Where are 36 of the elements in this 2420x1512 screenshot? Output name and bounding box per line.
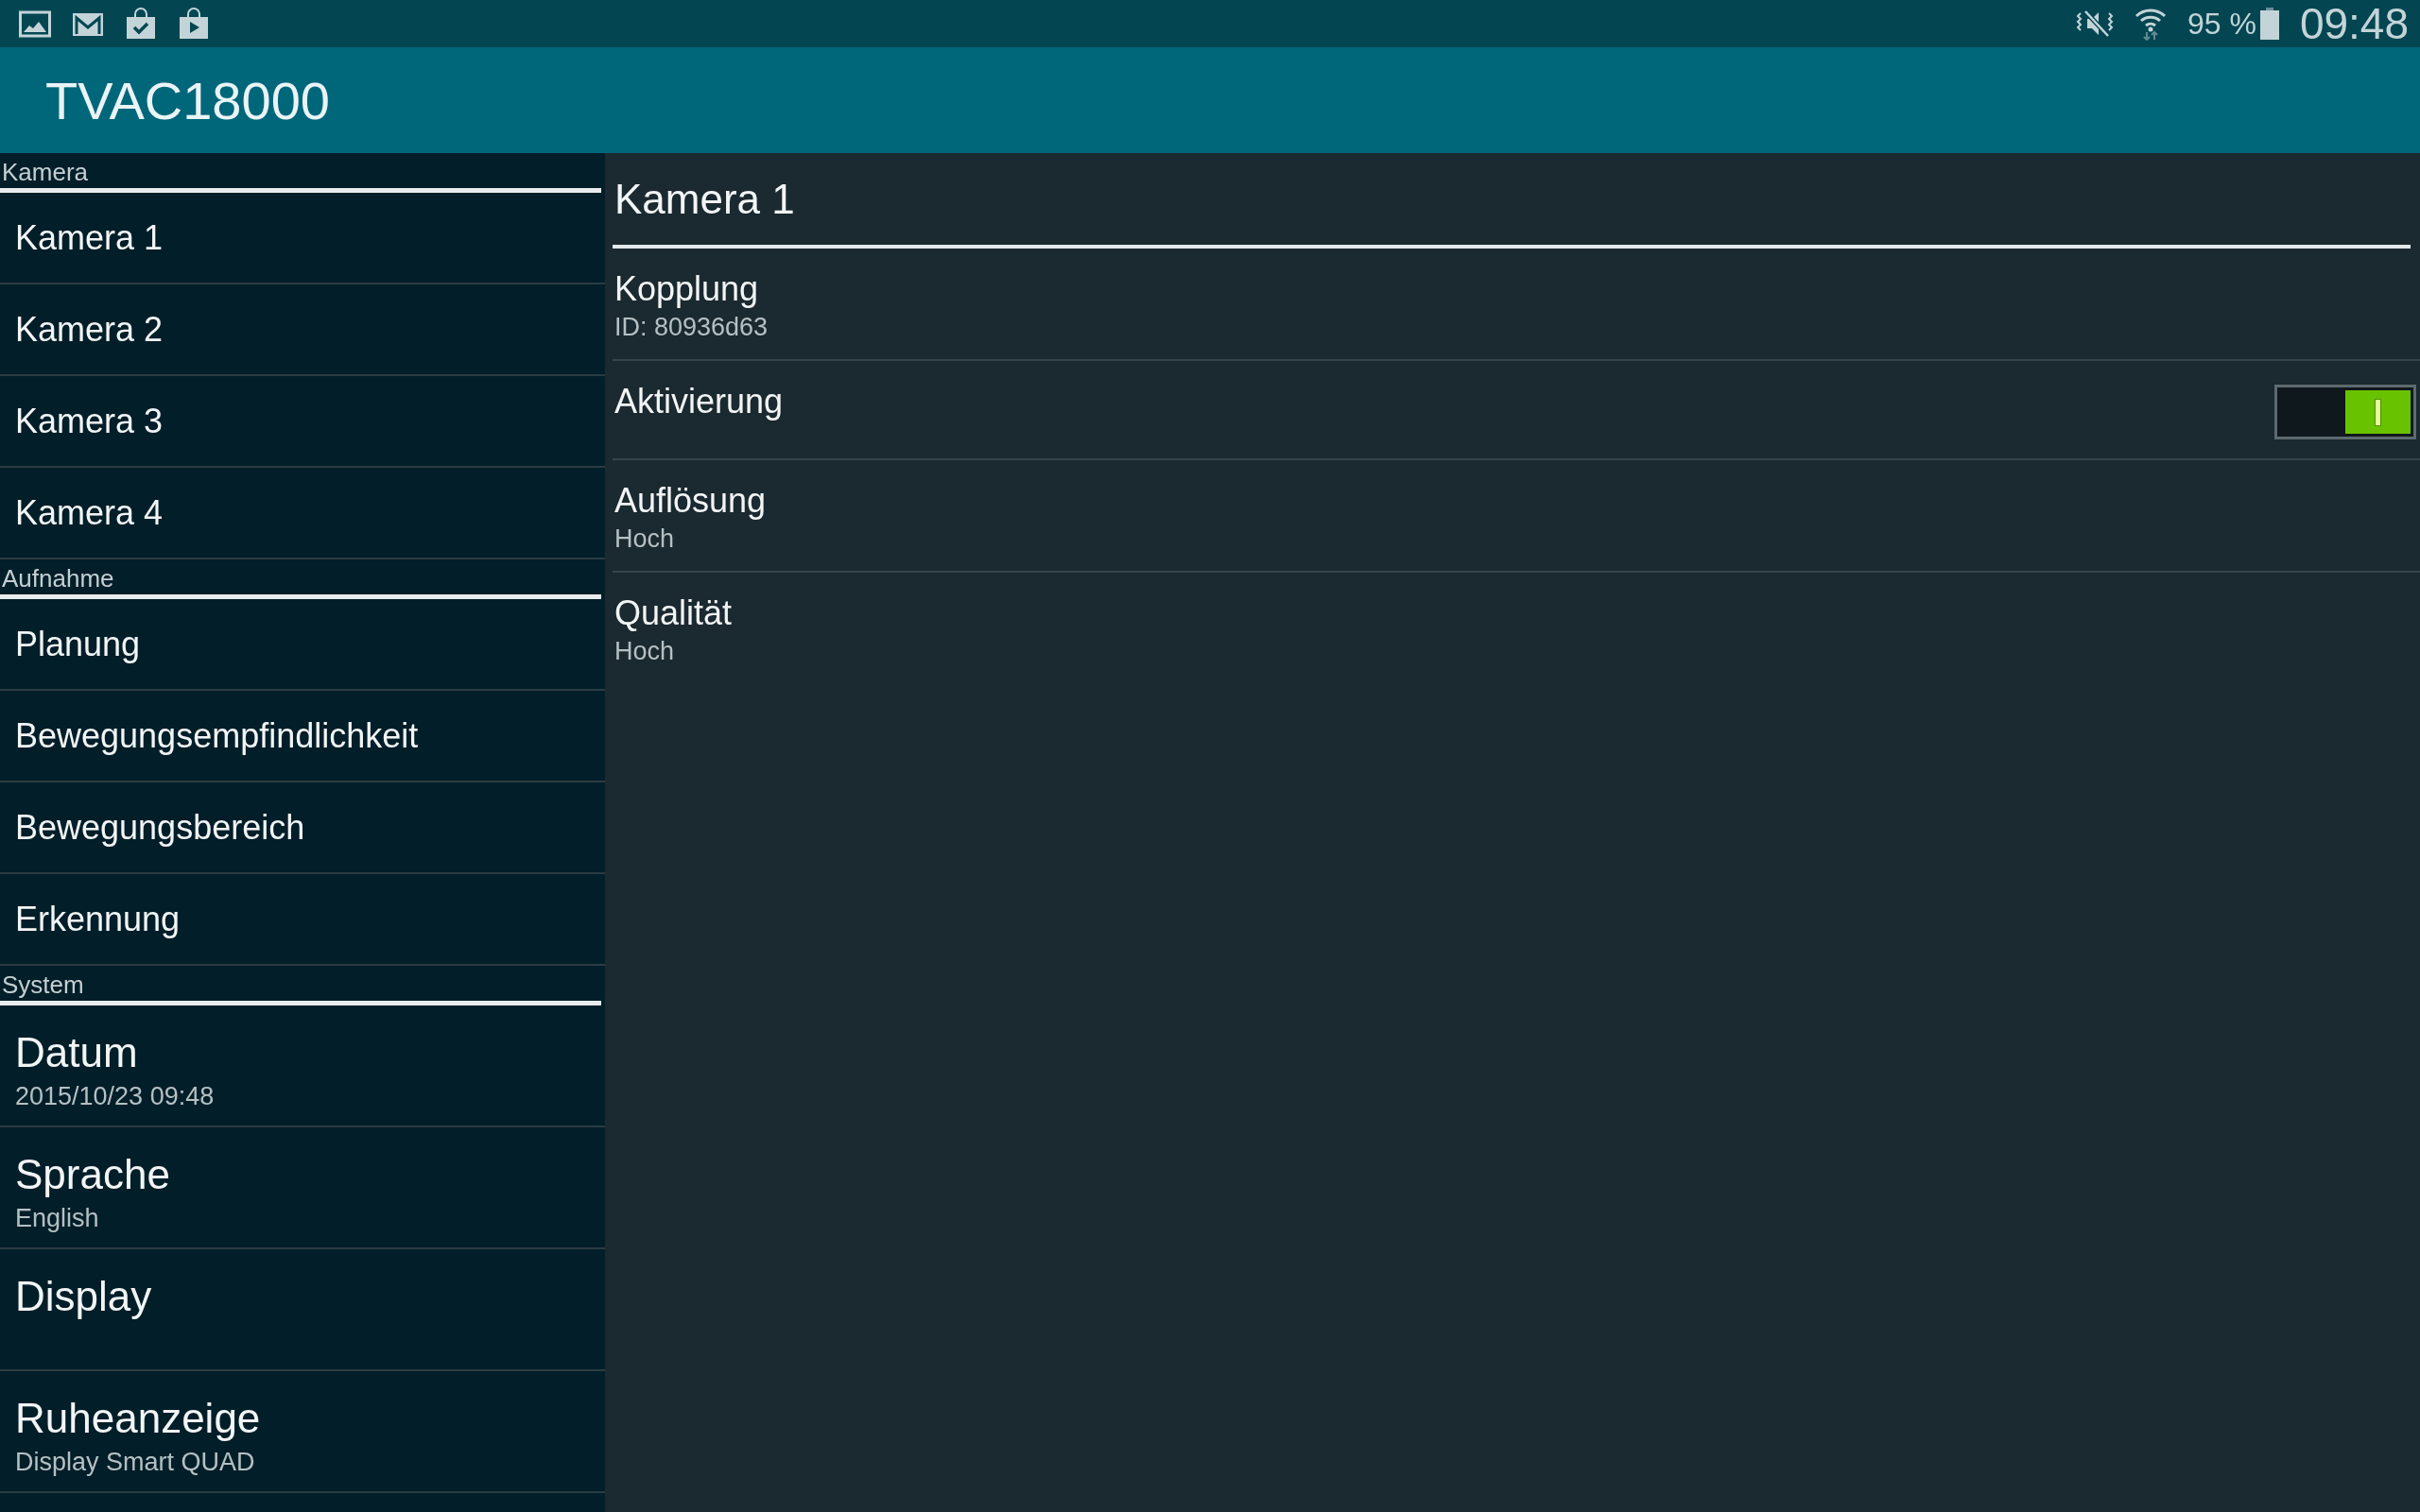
section-header: Aufnahme: [0, 559, 601, 599]
menu-item-title: Ruheanzeige: [15, 1394, 262, 1443]
toggle-switch[interactable]: [2274, 385, 2416, 439]
menu-item-title: Kamera 2: [15, 308, 164, 351]
section-header: System: [0, 966, 601, 1005]
wifi-icon: [2134, 7, 2167, 41]
menu-item-title: Datum: [15, 1028, 139, 1077]
mute-vibrate-icon: [2075, 8, 2114, 40]
menu-item-subtitle: 2015/10/23 09:48: [15, 1081, 216, 1111]
detail-title: Kamera 1: [613, 153, 2411, 249]
battery-percent: 95 %: [2187, 9, 2256, 39]
battery-icon: [2259, 8, 2279, 40]
app-title: TVAC18000: [45, 69, 330, 131]
setting-title: Kopplung: [614, 269, 760, 309]
setting-title: Aktivierung: [614, 382, 785, 421]
menu-item-title: Planung: [15, 623, 142, 665]
setting-value: Hoch: [614, 524, 676, 554]
menu-item-subtitle: Display Smart QUAD: [15, 1447, 256, 1477]
picture-icon: [19, 9, 51, 38]
menu-item-title: Erkennung: [15, 898, 182, 940]
menu-item-title: Bewegungsbereich: [15, 806, 306, 849]
setting-value: Hoch: [614, 637, 676, 666]
setting-title: Qualität: [614, 593, 734, 633]
menu-item-title: Display: [15, 1272, 153, 1321]
setting-value: ID: 80936d63: [614, 313, 769, 342]
menu-item-subtitle: English: [15, 1203, 100, 1233]
shopping-bag-check-icon: [125, 8, 157, 40]
shopping-bag-play-icon: [178, 8, 210, 40]
menu-item-title: Sprache: [15, 1150, 171, 1199]
menu-item-title: Kamera 4: [15, 491, 164, 534]
menu-item-title: Kamera 1: [15, 216, 164, 259]
menu-item-title: Bewegungsempfindlichkeit: [15, 714, 420, 757]
menu-item-title: Kamera 3: [15, 400, 164, 442]
section-header: Kamera: [0, 153, 601, 193]
clock: 09:48: [2299, 2, 2409, 45]
setting-title: Auflösung: [614, 481, 768, 521]
